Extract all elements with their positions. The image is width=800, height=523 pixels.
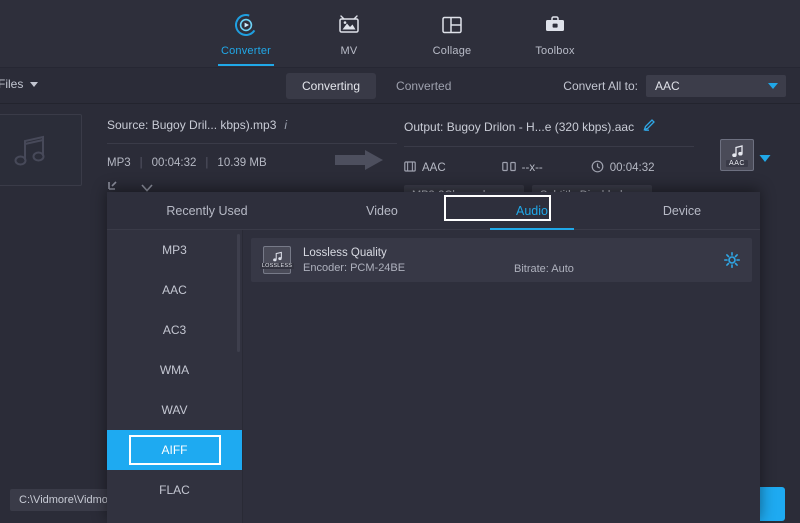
format-item-wav[interactable]: WAV — [107, 390, 242, 430]
preset-row-lossless-quality[interactable]: LOSSLESS Lossless Quality Encoder: PCM-2… — [251, 238, 752, 282]
output-format-chunk: AAC — [404, 161, 446, 175]
source-title-row: Source: Bugoy Dril... kbps).mp3 i — [107, 118, 407, 132]
format-panel-body: MP3 AAC AC3 WMA WAV AIFF FLAC — [107, 230, 760, 523]
music-note-icon — [730, 144, 745, 159]
add-files-button[interactable]: d Files — [0, 77, 38, 91]
nav-tab-group: Converter MV — [216, 6, 585, 57]
convert-all-to-select[interactable]: AAC — [646, 75, 786, 97]
source-filesize: 10.39 MB — [217, 157, 266, 169]
chevron-down-icon — [30, 82, 38, 87]
app-window: Converter MV — [0, 0, 800, 523]
nav-tab-mv[interactable]: MV — [319, 6, 379, 57]
info-icon[interactable]: i — [284, 118, 287, 132]
divider: | — [140, 157, 143, 169]
preset-bitrate: Bitrate: Auto — [514, 263, 574, 275]
tab-converted[interactable]: Converted — [380, 73, 467, 99]
top-navigation-bar: Converter MV — [0, 0, 800, 68]
source-filename: Source: Bugoy Dril... kbps).mp3 — [107, 118, 276, 132]
output-format-badge[interactable]: AAC — [720, 139, 754, 171]
nav-tab-converter[interactable]: Converter — [216, 6, 276, 57]
output-title-row: Output: Bugoy Drilon - H...e (320 kbps).… — [404, 118, 724, 135]
preset-thumbnail: LOSSLESS — [263, 246, 291, 274]
output-resolution-value: --x-- — [522, 162, 543, 174]
output-duration-value: 00:04:32 — [610, 162, 655, 174]
chevron-down-icon — [768, 83, 778, 89]
source-duration: 00:04:32 — [152, 157, 197, 169]
nav-tab-mv-label: MV — [341, 45, 358, 57]
collage-icon — [439, 12, 465, 38]
convert-all-to-value: AAC — [655, 79, 680, 93]
format-item-aiff[interactable]: AIFF — [107, 430, 242, 470]
toolbox-icon — [542, 12, 568, 38]
file-list-row: Source: Bugoy Dril... kbps).mp3 i MP3 | … — [0, 104, 800, 194]
tab-audio-label: Audio — [516, 204, 548, 218]
add-files-label: d Files — [0, 77, 23, 91]
preset-thumbnail-label: LOSSLESS — [260, 263, 294, 269]
mv-icon — [336, 12, 362, 38]
output-format-value: AAC — [422, 162, 446, 174]
nav-tab-collage-label: Collage — [433, 45, 472, 57]
format-item-aiff-label: AIFF — [162, 443, 188, 457]
divider: | — [205, 157, 208, 169]
output-duration-chunk: 00:04:32 — [591, 160, 655, 176]
format-list-scrollbar[interactable] — [237, 234, 240, 352]
preset-name: Lossless Quality — [303, 247, 740, 259]
divider — [404, 146, 694, 147]
resolution-icon — [502, 161, 516, 175]
nav-tab-collage[interactable]: Collage — [422, 6, 482, 57]
format-item-wma[interactable]: WMA — [107, 350, 242, 390]
toolbar: d Files Converting Converted Convert All… — [0, 68, 800, 104]
converter-icon — [233, 12, 259, 38]
output-format-dropdown-toggle[interactable] — [758, 151, 772, 169]
save-path-value: C:\Vidmore\Vidmor — [19, 494, 112, 506]
gear-icon[interactable] — [724, 252, 740, 273]
preset-area: LOSSLESS Lossless Quality Encoder: PCM-2… — [243, 230, 760, 523]
output-filename: Output: Bugoy Drilon - H...e (320 kbps).… — [404, 120, 634, 134]
nav-tab-toolbox[interactable]: Toolbox — [525, 6, 585, 57]
divider — [107, 143, 397, 144]
nav-tab-toolbox-label: Toolbox — [535, 45, 574, 57]
nav-active-underline — [218, 64, 274, 66]
tab-audio[interactable]: Audio — [457, 204, 607, 218]
clock-icon — [591, 160, 604, 176]
convert-all-to-label: Convert All to: — [563, 79, 638, 93]
film-icon — [404, 161, 416, 175]
format-item-ac3[interactable]: AC3 — [107, 310, 242, 350]
tab-converting[interactable]: Converting — [286, 73, 376, 99]
output-format-badge-label: AAC — [726, 160, 748, 167]
format-item-aac[interactable]: AAC — [107, 270, 242, 310]
converting-converted-tabs: Converting Converted — [286, 73, 467, 99]
format-item-flac[interactable]: FLAC — [107, 470, 242, 510]
source-format: MP3 — [107, 157, 131, 169]
format-list[interactable]: MP3 AAC AC3 WMA WAV AIFF FLAC — [107, 230, 243, 523]
tab-video[interactable]: Video — [307, 204, 457, 218]
convert-all-to-group: Convert All to: AAC — [563, 75, 786, 97]
output-meta: AAC --x-- — [404, 160, 724, 176]
convert-arrow-icon — [333, 148, 385, 177]
output-resolution-chunk: --x-- — [502, 161, 543, 175]
edit-pencil-icon[interactable] — [642, 118, 656, 135]
music-note-icon — [7, 130, 53, 170]
tab-device[interactable]: Device — [607, 204, 757, 218]
music-note-icon — [271, 251, 284, 263]
format-panel-tabs: Recently Used Video Audio Device — [107, 192, 760, 230]
tab-recently-used[interactable]: Recently Used — [107, 204, 307, 218]
format-item-mp3[interactable]: MP3 — [107, 230, 242, 270]
format-dropdown-panel: Recently Used Video Audio Device MP3 AAC… — [107, 192, 760, 523]
nav-tab-converter-label: Converter — [221, 45, 271, 57]
file-thumbnail — [0, 114, 82, 186]
